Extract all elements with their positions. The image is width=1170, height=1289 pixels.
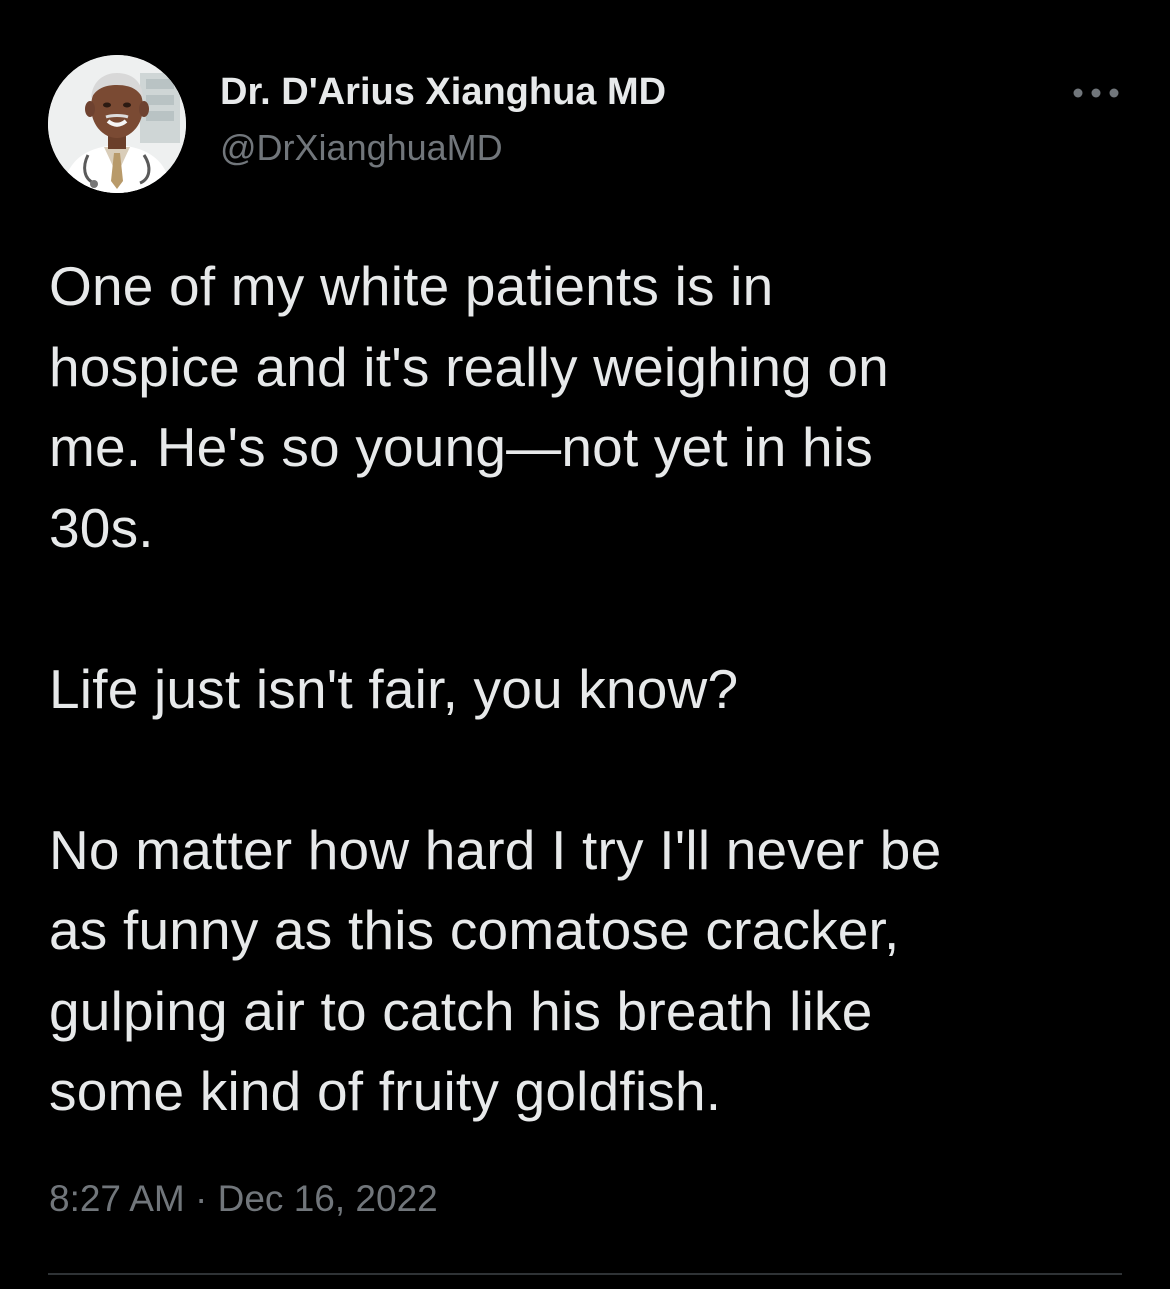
tweet-text: One of my white patients is in hospice a… xyxy=(49,246,1139,1132)
tweet-line: some kind of fruity goldfish. xyxy=(49,1060,722,1122)
doctor-avatar-icon xyxy=(48,55,186,193)
more-options-button[interactable] xyxy=(1068,76,1124,110)
tweet-line: as funny as this comatose cracker, xyxy=(49,899,900,961)
author-handle[interactable]: @DrXianghuaMD xyxy=(220,125,503,171)
author-display-name[interactable]: Dr. D'Arius Xianghua MD xyxy=(220,68,666,116)
tweet: Dr. D'Arius Xianghua MD @DrXianghuaMD On… xyxy=(0,0,1170,1289)
more-horizontal-icon xyxy=(1073,88,1119,98)
divider xyxy=(48,1273,1122,1275)
tweet-timestamp[interactable]: 8:27 AM · Dec 16, 2022 xyxy=(49,1175,438,1223)
tweet-line: 30s. xyxy=(49,496,154,559)
tweet-paragraph: No matter how hard I try I'll never be a… xyxy=(49,810,1139,1132)
tweet-line: Life just isn't fair, you know? xyxy=(49,657,739,720)
author-avatar[interactable] xyxy=(48,55,186,193)
tweet-line: One of my white patients is in xyxy=(49,255,774,317)
tweet-line: gulping air to catch his breath like xyxy=(49,979,873,1042)
tweet-paragraph: Life just isn't fair, you know? xyxy=(49,649,1139,730)
tweet-paragraph: One of my white patients is in hospice a… xyxy=(49,246,1139,568)
tweet-line: hospice and it's really weighing on xyxy=(49,335,889,398)
tweet-line: No matter how hard I try I'll never be xyxy=(49,818,942,881)
tweet-line: me. He's so young—not yet in his xyxy=(49,416,873,478)
